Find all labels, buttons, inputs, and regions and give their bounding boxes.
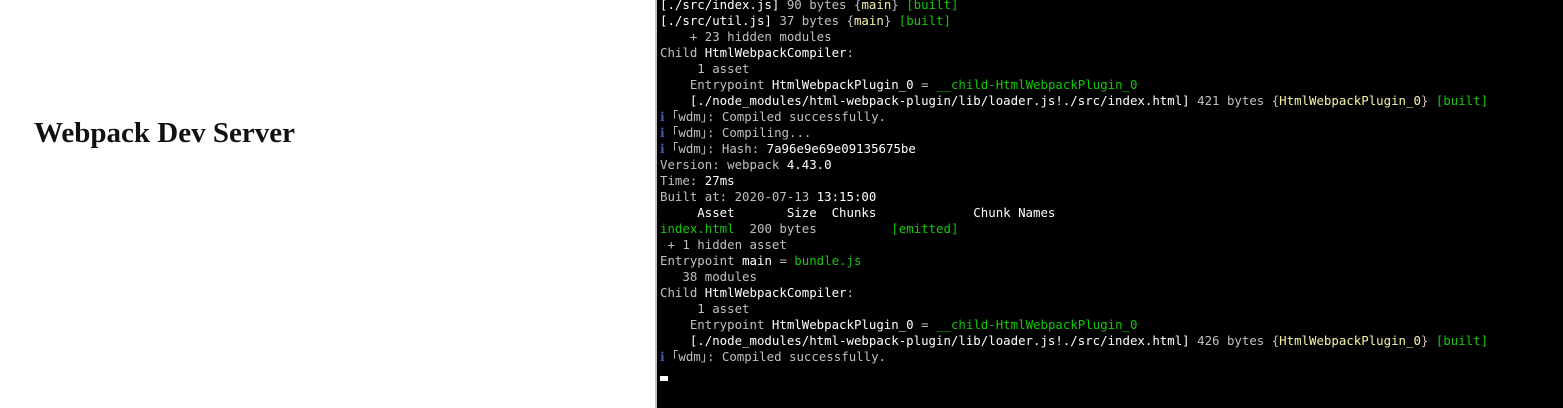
terminal-text-segment: [emitted] xyxy=(891,221,959,236)
terminal-text-segment: HtmlWebpackPlugin_0 xyxy=(1279,93,1421,108)
terminal-text-segment: : Compiled successfully. xyxy=(706,349,886,364)
terminal-line: Entrypoint main = bundle.js xyxy=(660,253,1488,269)
terminal-output: [./src/index.js] 90 bytes {main} [built]… xyxy=(660,0,1488,365)
terminal-text-segment: } xyxy=(891,0,907,12)
terminal-text-segment: [./src/index.js] xyxy=(660,0,787,12)
terminal-window[interactable]: [./src/index.js] 90 bytes {main} [built]… xyxy=(655,0,1563,408)
terminal-text-segment: Asset Size Chunks Chunk Names xyxy=(660,205,1056,220)
terminal-line: 38 modules xyxy=(660,269,1488,285)
terminal-text-segment: ｢wdm｣ xyxy=(672,125,707,140)
terminal-text-segment: 90 bytes { xyxy=(786,0,862,12)
terminal-text-segment: } xyxy=(1420,93,1436,108)
terminal-line: ℹ ｢wdm｣: Compiling... xyxy=(660,125,1488,141)
terminal-text-segment: Built at: 2020-07-13 xyxy=(660,189,817,204)
terminal-text-segment: [./node_modules/html-webpack-plugin/lib/… xyxy=(660,93,1198,108)
terminal-text-segment: 1 asset xyxy=(660,61,750,76)
terminal-text-segment: = xyxy=(913,77,937,92)
terminal-line: [./src/index.js] 90 bytes {main} [built] xyxy=(660,0,1488,13)
terminal-text-segment: 1 asset xyxy=(660,301,750,316)
terminal-text-segment: __child-HtmlWebpackPlugin_0 xyxy=(936,317,1138,332)
terminal-text-segment: : Compiled successfully. xyxy=(706,109,886,124)
terminal-line: [./node_modules/html-webpack-plugin/lib/… xyxy=(660,93,1488,109)
terminal-text-segment: 13:15:00 xyxy=(816,189,877,204)
terminal-text-segment: + 1 hidden asset xyxy=(660,237,787,252)
terminal-line: index.html 200 bytes [emitted] xyxy=(660,221,1488,237)
terminal-text-segment: ℹ xyxy=(660,141,673,156)
terminal-line: + 23 hidden modules xyxy=(660,29,1488,45)
terminal-line: Child HtmlWebpackCompiler: xyxy=(660,45,1488,61)
terminal-text-segment: 426 bytes { xyxy=(1197,333,1280,348)
terminal-text-segment: Time: xyxy=(660,173,705,188)
terminal-text-segment: : Hash: xyxy=(706,141,767,156)
terminal-text-segment: [built] xyxy=(906,0,959,12)
terminal-text-segment: main xyxy=(861,0,892,12)
terminal-text-segment: 4.43.0 xyxy=(786,157,832,172)
terminal-line: Built at: 2020-07-13 13:15:00 xyxy=(660,189,1488,205)
terminal-line: + 1 hidden asset xyxy=(660,237,1488,253)
terminal-text-segment: Version: webpack xyxy=(660,157,787,172)
terminal-text-segment: [built] xyxy=(1435,333,1489,348)
browser-page: Webpack Dev Server xyxy=(0,0,655,408)
terminal-text-segment: HtmlWebpackCompiler xyxy=(704,285,847,300)
terminal-line: Asset Size Chunks Chunk Names xyxy=(660,205,1488,221)
terminal-text-segment: Child xyxy=(660,45,705,60)
terminal-text-segment: 37 bytes { xyxy=(779,13,854,28)
terminal-line: [./src/util.js] 37 bytes {main} [built] xyxy=(660,13,1488,29)
terminal-line: ℹ ｢wdm｣: Compiled successfully. xyxy=(660,109,1488,125)
terminal-text-segment: ｢wdm｣ xyxy=(672,141,707,156)
terminal-text-segment: ℹ xyxy=(660,109,673,124)
terminal-text-segment: = xyxy=(771,253,795,268)
terminal-text-segment: ｢wdm｣ xyxy=(672,349,707,364)
terminal-text-segment: + 23 hidden modules xyxy=(660,29,832,44)
terminal-text-segment: } xyxy=(883,13,899,28)
terminal-text-segment: 200 bytes xyxy=(734,221,892,236)
terminal-line: Time: 27ms xyxy=(660,173,1488,189)
terminal-text-segment: bundle.js xyxy=(794,253,862,268)
terminal-line: ℹ ｢wdm｣: Compiled successfully. xyxy=(660,349,1488,365)
terminal-text-segment: : Compiling... xyxy=(706,125,812,140)
terminal-text-segment: Entrypoint xyxy=(660,253,743,268)
terminal-text-segment: : xyxy=(846,45,854,60)
terminal-text-segment: 421 bytes { xyxy=(1197,93,1280,108)
terminal-text-segment: [./src/util.js] xyxy=(660,13,780,28)
terminal-text-segment: [built] xyxy=(898,13,951,28)
terminal-text-segment: ms xyxy=(719,173,735,188)
terminal-text-segment: Child xyxy=(660,285,705,300)
terminal-text-segment: HtmlWebpackPlugin_0 xyxy=(1279,333,1421,348)
terminal-line: Entrypoint HtmlWebpackPlugin_0 = __child… xyxy=(660,77,1488,93)
terminal-line: 1 asset xyxy=(660,301,1488,317)
terminal-line: ℹ ｢wdm｣: Hash: 7a96e9e69e09135675be xyxy=(660,141,1488,157)
terminal-text-segment: HtmlWebpackPlugin_0 xyxy=(771,317,914,332)
terminal-text-segment: = xyxy=(913,317,937,332)
terminal-text-segment: ℹ xyxy=(660,349,673,364)
terminal-text-segment: main xyxy=(853,13,884,28)
terminal-text-segment: 38 modules xyxy=(660,269,757,284)
terminal-text-segment: ℹ xyxy=(660,125,673,140)
terminal-text-segment: : xyxy=(846,285,854,300)
terminal-line: [./node_modules/html-webpack-plugin/lib/… xyxy=(660,333,1488,349)
terminal-text-segment: 7a96e9e69e09135675be xyxy=(766,141,916,156)
terminal-line: Child HtmlWebpackCompiler: xyxy=(660,285,1488,301)
terminal-text-segment: [built] xyxy=(1435,93,1489,108)
terminal-line: Version: webpack 4.43.0 xyxy=(660,157,1488,173)
page-title: Webpack Dev Server xyxy=(34,117,295,149)
terminal-text-segment: main xyxy=(742,253,772,268)
terminal-line: Entrypoint HtmlWebpackPlugin_0 = __child… xyxy=(660,317,1488,333)
terminal-cursor xyxy=(660,376,668,381)
terminal-text-segment: 27 xyxy=(704,173,720,188)
terminal-text-segment: HtmlWebpackPlugin_0 xyxy=(771,77,914,92)
terminal-text-segment: } xyxy=(1420,333,1436,348)
terminal-text-segment: Entrypoint xyxy=(660,77,772,92)
terminal-text-segment: ｢wdm｣ xyxy=(672,109,707,124)
terminal-text-segment: index.html xyxy=(660,221,735,236)
terminal-line: 1 asset xyxy=(660,61,1488,77)
terminal-text-segment: __child-HtmlWebpackPlugin_0 xyxy=(936,77,1138,92)
terminal-text-segment: HtmlWebpackCompiler xyxy=(704,45,847,60)
terminal-text-segment: Entrypoint xyxy=(660,317,772,332)
terminal-text-segment: [./node_modules/html-webpack-plugin/lib/… xyxy=(660,333,1198,348)
